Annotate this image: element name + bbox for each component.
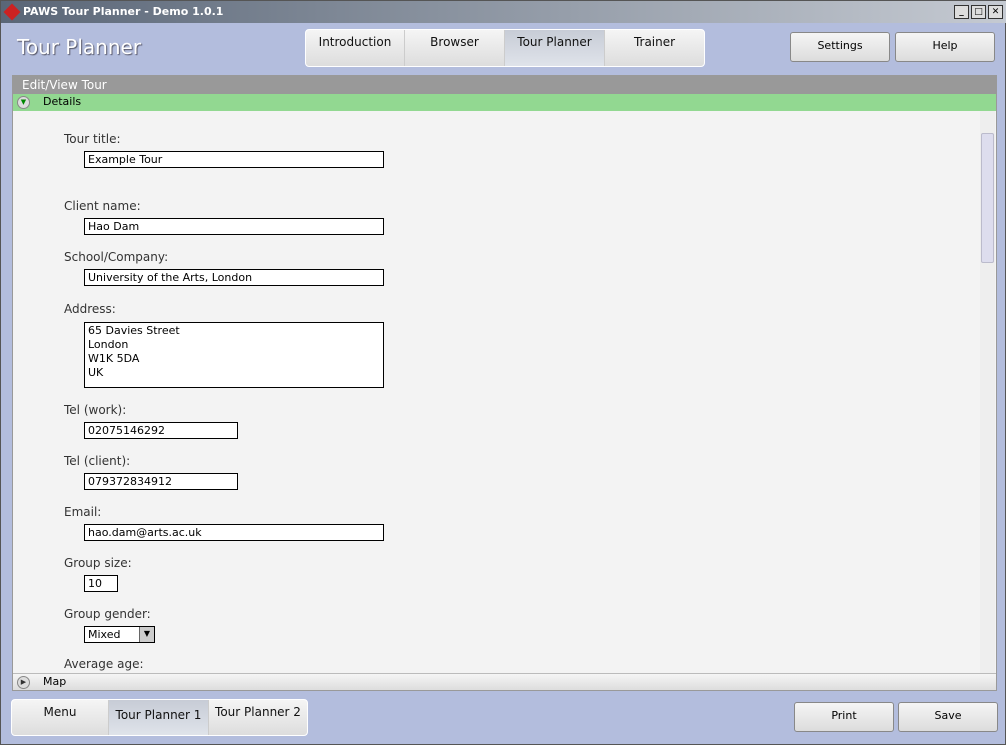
- map-label: Map: [43, 675, 67, 688]
- tel-client-label: Tel (client):: [64, 454, 131, 468]
- tel-work-input[interactable]: 02075146292: [84, 422, 238, 439]
- tel-work-label: Tel (work):: [64, 403, 127, 417]
- address-textarea[interactable]: 65 Davies Street London W1K 5DA UK: [84, 322, 384, 388]
- tab-browser[interactable]: Browser: [405, 30, 505, 66]
- group-gender-select[interactable]: Mixed ▼: [84, 626, 155, 643]
- school-label: School/Company:: [64, 250, 169, 264]
- print-button[interactable]: Print: [794, 702, 894, 732]
- settings-button[interactable]: Settings: [790, 32, 890, 62]
- group-size-label: Group size:: [64, 556, 132, 570]
- client-name-input[interactable]: Hao Dam: [84, 218, 384, 235]
- app-icon: [3, 3, 21, 21]
- footer-tabs: Menu Tour Planner 1 Tour Planner 2: [11, 699, 308, 736]
- client-name-label: Client name:: [64, 199, 141, 213]
- scrollbar-thumb[interactable]: [981, 133, 994, 263]
- vertical-scrollbar[interactable]: [980, 111, 995, 673]
- window-title: PAWS Tour Planner - Demo 1.0.1: [23, 5, 224, 18]
- expand-icon[interactable]: ▶: [17, 676, 30, 689]
- panel-title: Edit/View Tour: [13, 76, 996, 94]
- edit-view-tour-panel: Edit/View Tour ▼ Details Tour title: Exam…: [12, 75, 997, 691]
- gender-value: Mixed: [88, 628, 121, 641]
- tour-title-input[interactable]: Example Tour: [84, 151, 384, 168]
- tab-tour-planner-1[interactable]: Tour Planner 1: [109, 700, 209, 735]
- tab-menu[interactable]: Menu: [12, 700, 109, 735]
- school-input[interactable]: University of the Arts, London: [84, 269, 384, 286]
- tour-title-label: Tour title:: [64, 132, 121, 146]
- tab-trainer[interactable]: Trainer: [605, 30, 704, 66]
- dropdown-arrow-icon[interactable]: ▼: [139, 627, 154, 642]
- email-input[interactable]: hao.dam@arts.ac.uk: [84, 524, 384, 541]
- help-button[interactable]: Help: [895, 32, 995, 62]
- minimize-button[interactable]: _: [954, 5, 969, 19]
- average-age-label: Average age:: [64, 657, 144, 671]
- details-section-header[interactable]: ▼ Details: [13, 94, 996, 111]
- tab-tour-planner[interactable]: Tour Planner: [505, 30, 605, 66]
- title-bar: PAWS Tour Planner - Demo 1.0.1 _ □ ✕: [1, 1, 1006, 23]
- map-section-header[interactable]: ▶ Map: [13, 673, 996, 690]
- group-size-input[interactable]: 10: [84, 575, 118, 592]
- app-title: Tour Planner: [17, 35, 142, 59]
- tel-client-input[interactable]: 079372834912: [84, 473, 238, 490]
- details-label: Details: [43, 95, 82, 108]
- details-form: Tour title: Example Tour Client name: Ha…: [13, 111, 981, 673]
- tab-introduction[interactable]: Introduction: [306, 30, 405, 66]
- tab-tour-planner-2[interactable]: Tour Planner 2: [209, 700, 307, 735]
- collapse-icon[interactable]: ▼: [17, 96, 30, 109]
- save-button[interactable]: Save: [898, 702, 998, 732]
- group-gender-label: Group gender:: [64, 607, 151, 621]
- address-label: Address:: [64, 302, 116, 316]
- email-label: Email:: [64, 505, 102, 519]
- maximize-button[interactable]: □: [971, 5, 986, 19]
- close-button[interactable]: ✕: [988, 5, 1003, 19]
- main-tabs: Introduction Browser Tour Planner Traine…: [305, 29, 705, 67]
